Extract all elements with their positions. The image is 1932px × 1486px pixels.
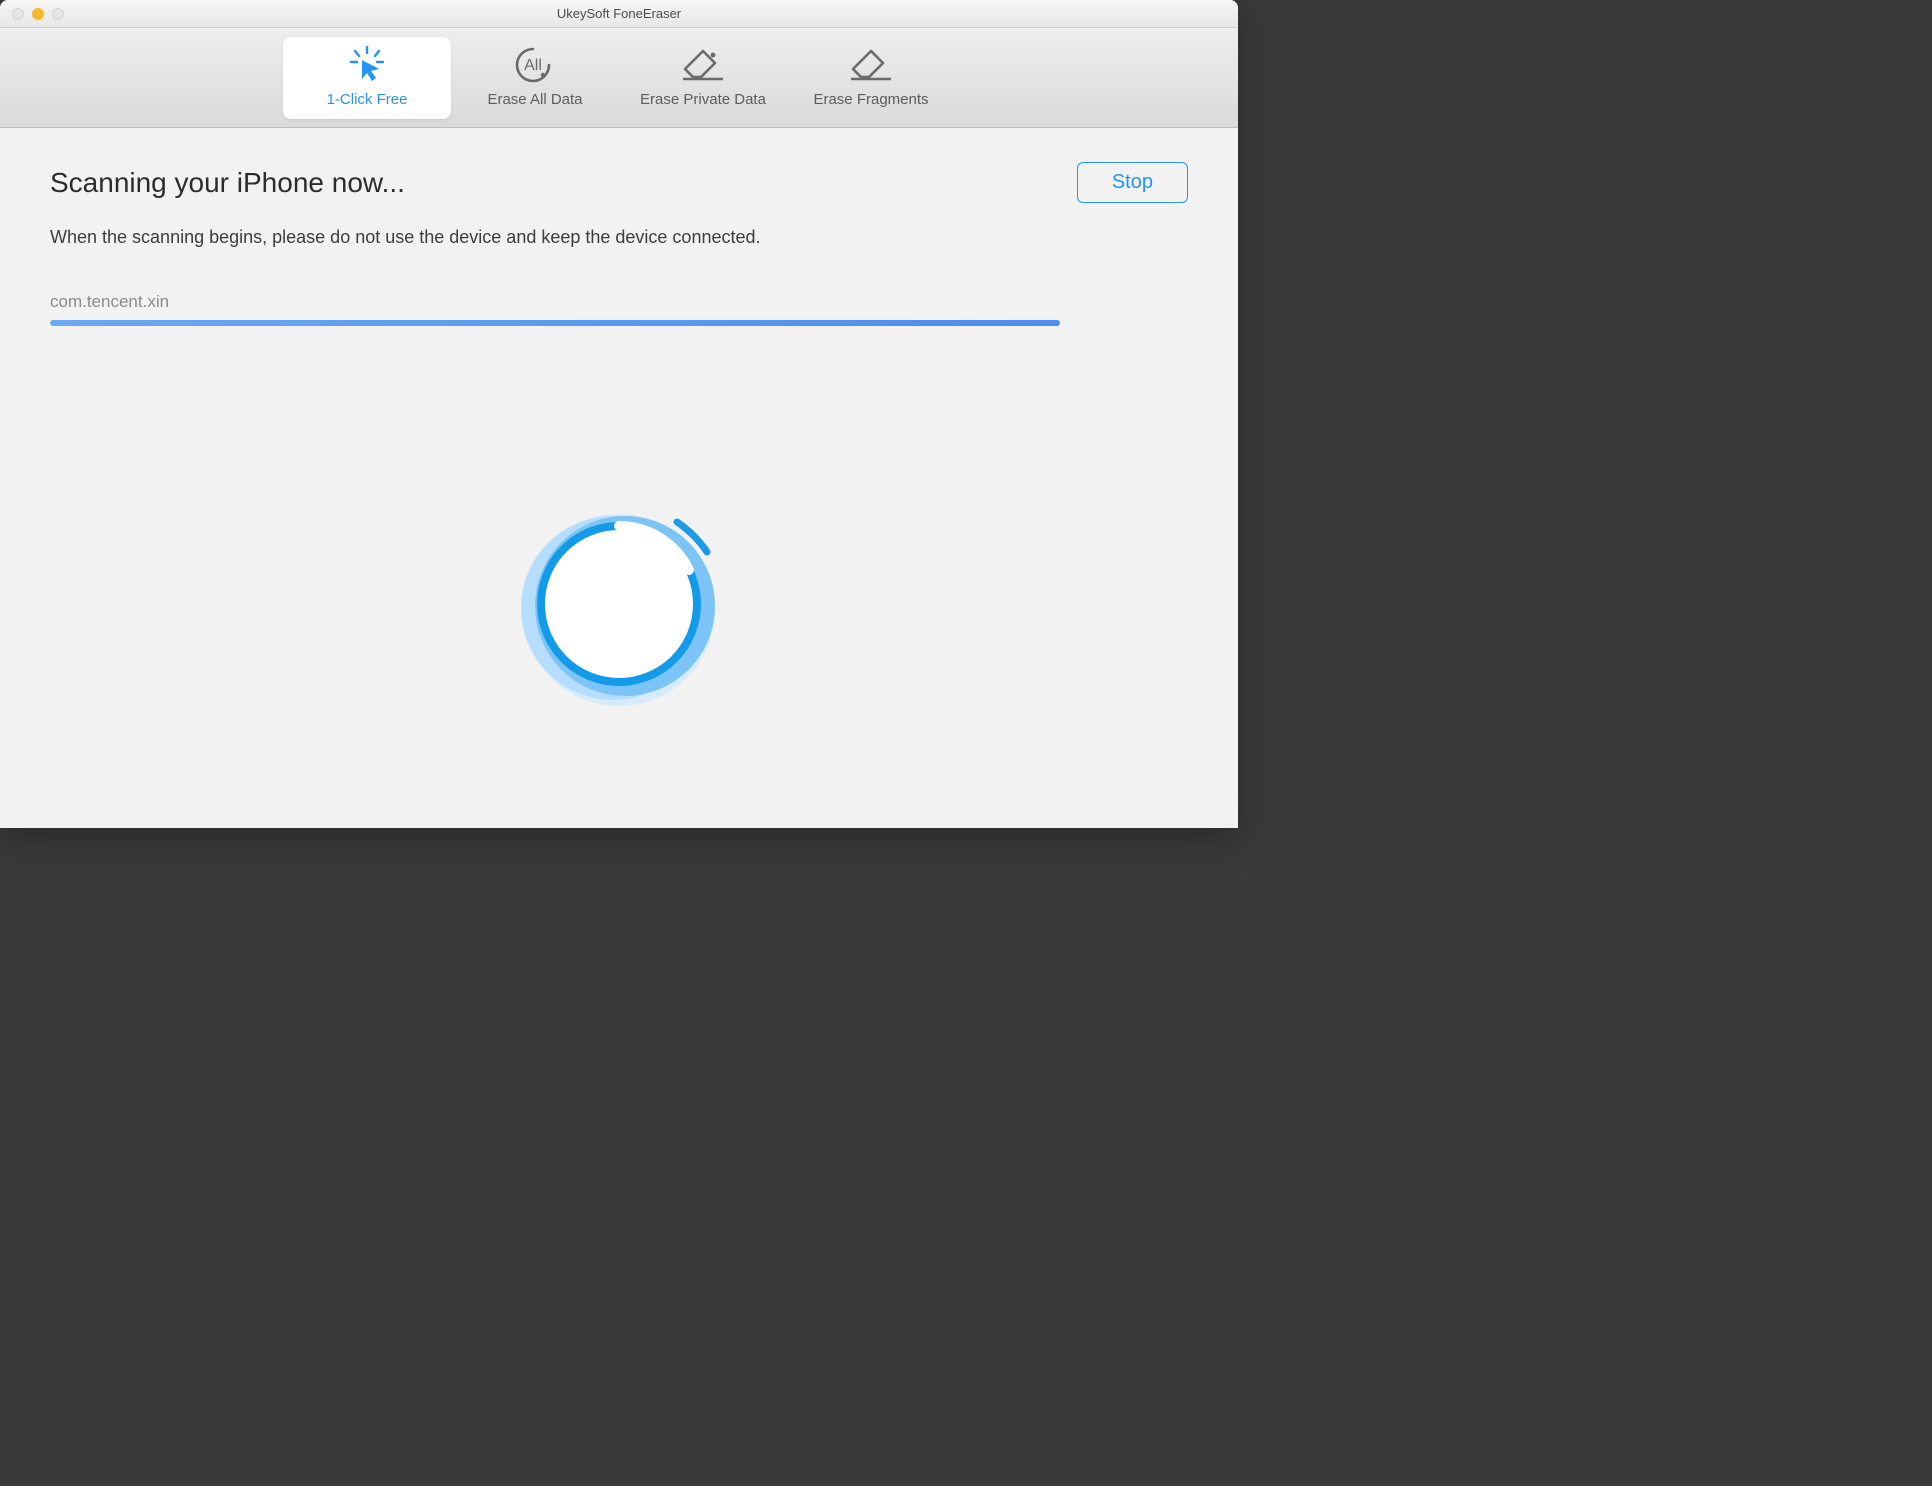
tab-1-click-free[interactable]: 1-Click Free	[283, 37, 451, 119]
tab-label: Erase All Data	[487, 91, 582, 108]
close-window-button[interactable]	[12, 8, 24, 20]
cursor-click-icon	[347, 47, 387, 83]
window-controls	[0, 8, 64, 20]
erase-all-icon: All	[513, 47, 557, 83]
tab-label: 1-Click Free	[327, 91, 408, 108]
app-window: UkeySoft FoneEraser 1-Click Free	[0, 0, 1238, 828]
page-heading: Scanning your iPhone now...	[50, 167, 405, 199]
stop-button[interactable]: Stop	[1077, 162, 1188, 203]
progress-fill	[50, 320, 1060, 326]
scanning-spinner-icon	[509, 498, 729, 718]
tab-erase-private-data[interactable]: Erase Private Data	[619, 37, 787, 119]
main-toolbar: 1-Click Free All Erase All Data	[0, 28, 1238, 128]
svg-text:All: All	[524, 57, 542, 74]
tab-erase-all-data[interactable]: All Erase All Data	[451, 37, 619, 119]
minimize-window-button[interactable]	[32, 8, 44, 20]
current-scan-item: com.tencent.xin	[50, 292, 1188, 312]
content-area: Scanning your iPhone now... Stop When th…	[0, 128, 1238, 828]
instruction-text: When the scanning begins, please do not …	[50, 227, 1188, 248]
titlebar: UkeySoft FoneEraser	[0, 0, 1238, 28]
eraser-private-icon	[681, 47, 725, 83]
progress-bar	[50, 320, 1060, 326]
tab-label: Erase Fragments	[813, 91, 928, 108]
tab-erase-fragments[interactable]: Erase Fragments	[787, 37, 955, 119]
tab-label: Erase Private Data	[640, 91, 766, 108]
fullscreen-window-button[interactable]	[52, 8, 64, 20]
window-title: UkeySoft FoneEraser	[0, 6, 1238, 21]
eraser-fragments-icon	[849, 47, 893, 83]
